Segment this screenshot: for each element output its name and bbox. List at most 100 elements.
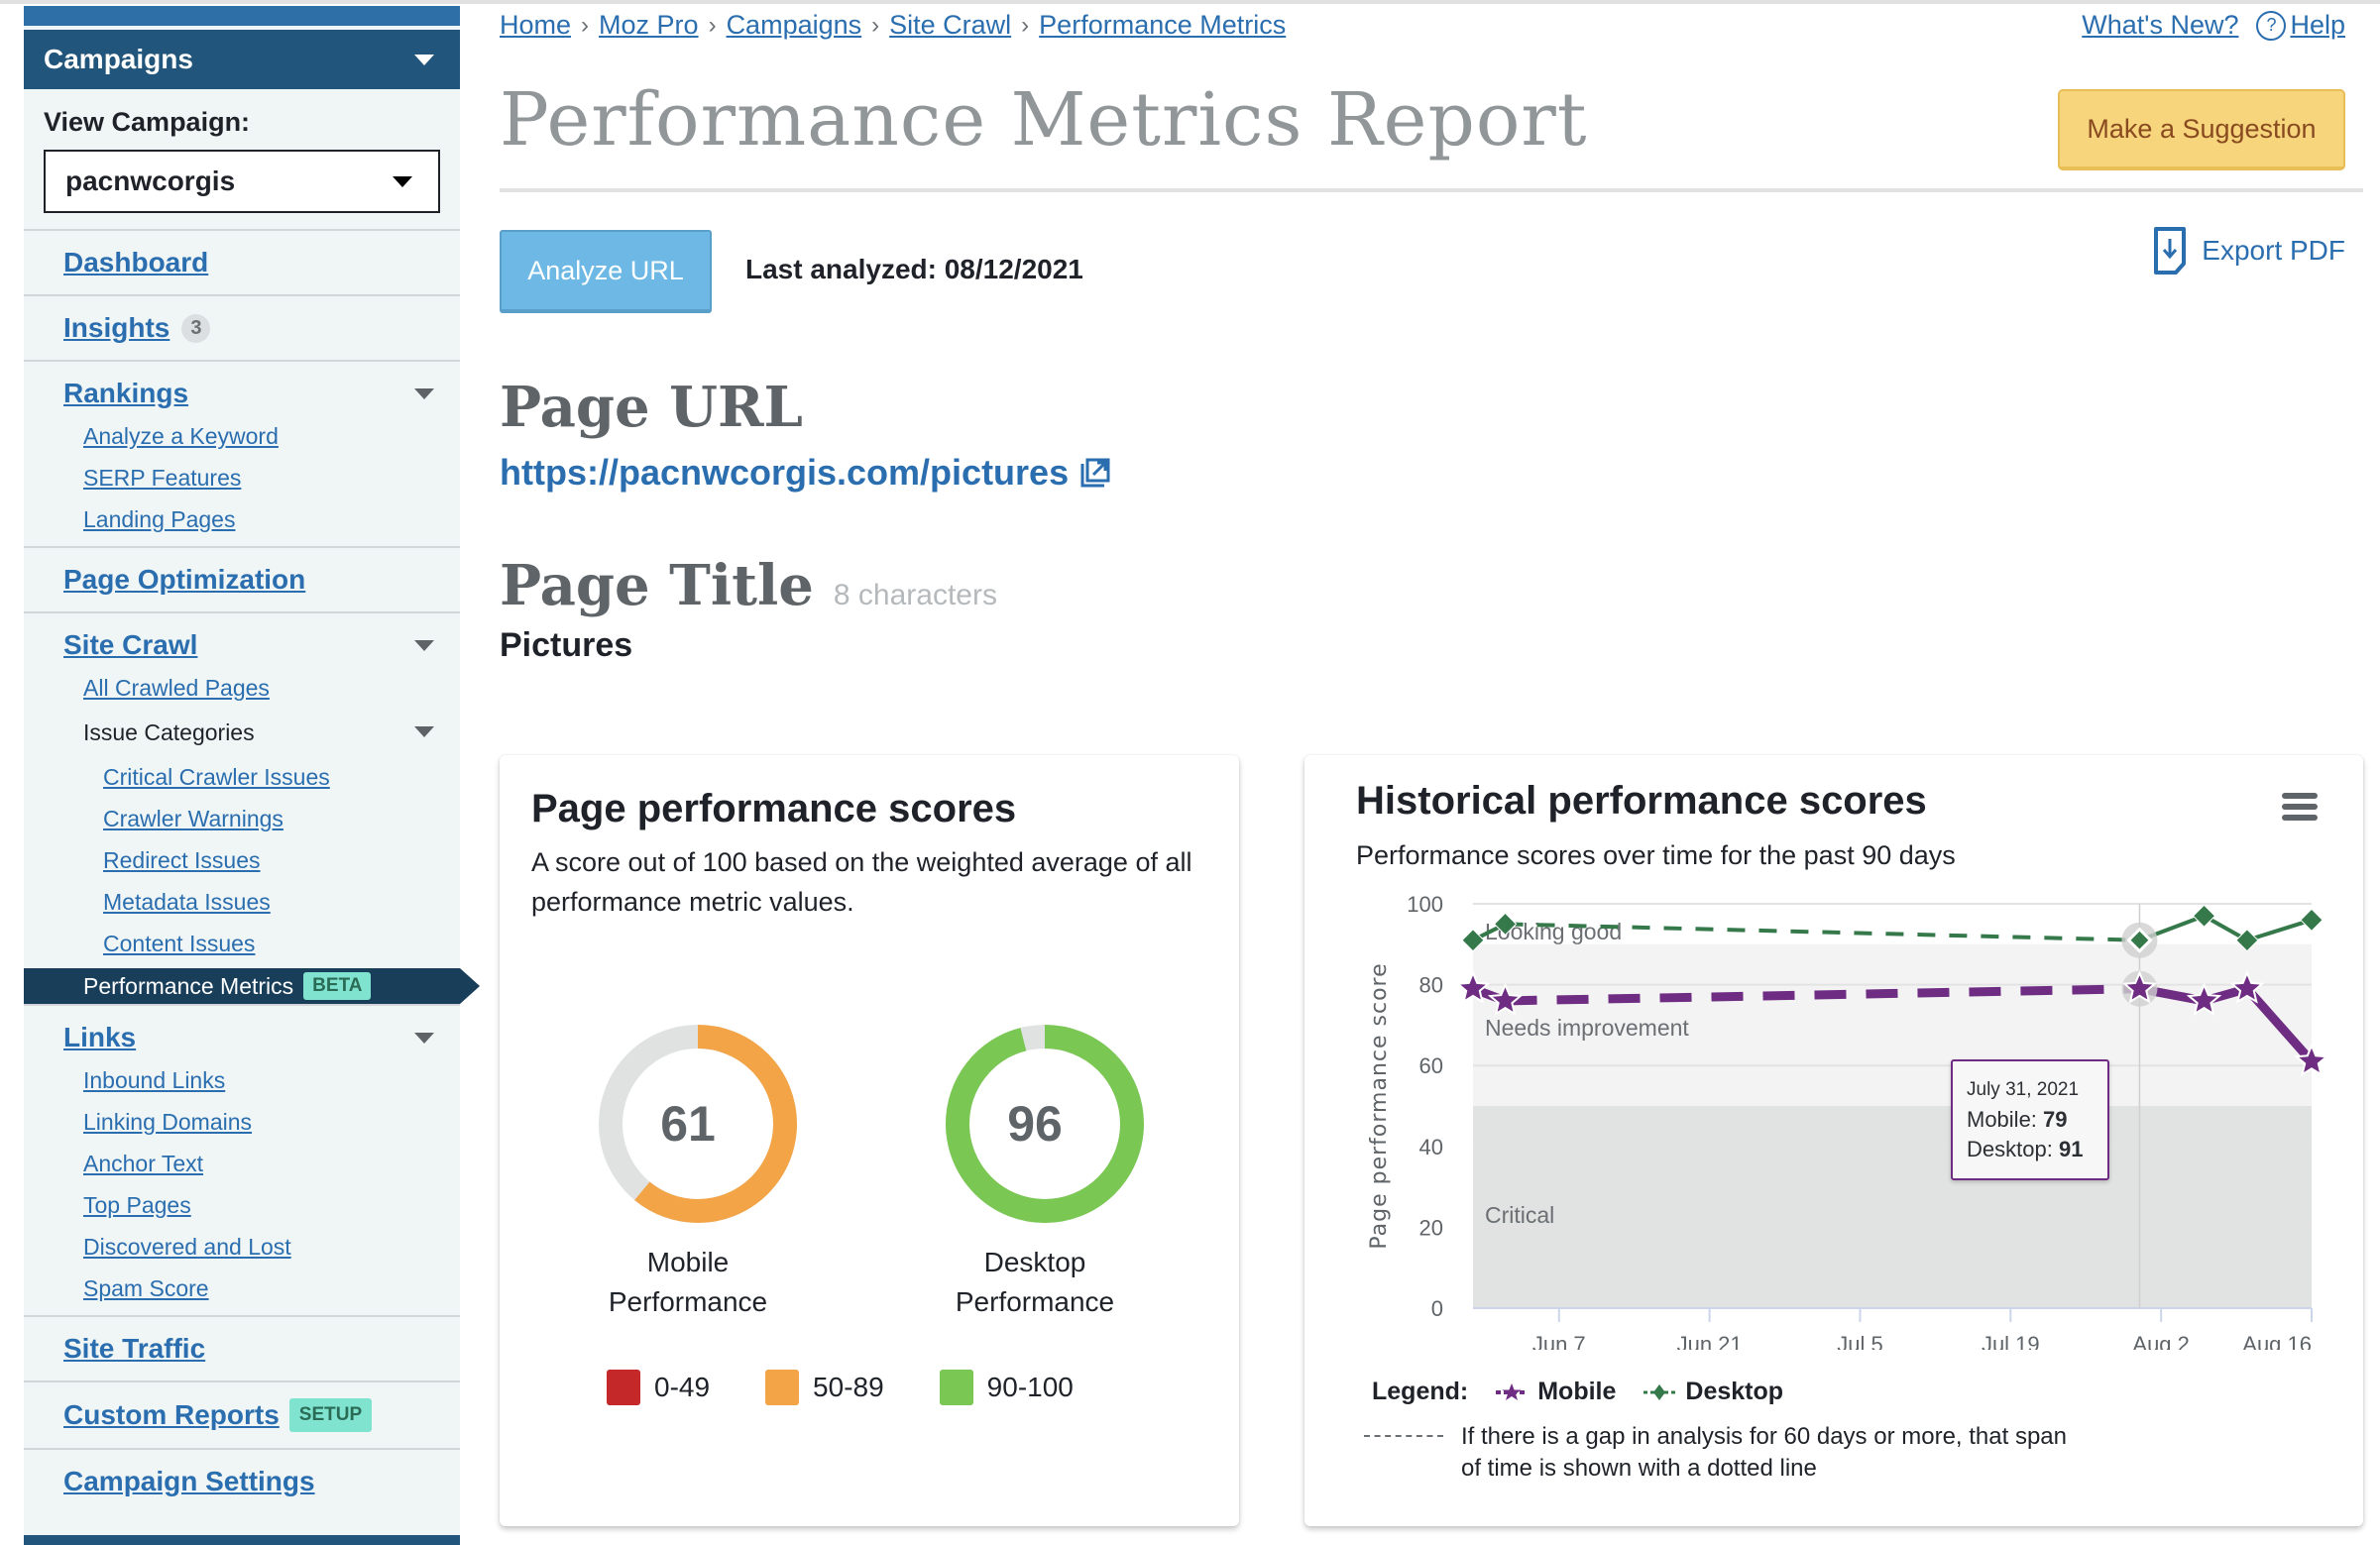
chart-legend: Legend: Mobile Desktop [1372,1378,1783,1406]
x-tick-label: Aug 2 [2132,1332,2190,1350]
legend-mobile-label: Mobile [1537,1378,1617,1405]
desktop-label-line2: Performance [955,1286,1115,1317]
sidebar-subitem-crawler-warnings[interactable]: Crawler Warnings [103,806,283,831]
whats-new-link[interactable]: What's New? [2082,10,2238,41]
sidebar-subitem-performance-metrics[interactable]: Performance Metrics BETA [24,968,480,1004]
dotted-line-sample [1364,1435,1443,1485]
chart-band-label: Needs improvement [1485,1015,1689,1041]
x-tick-label: Aug 16 [2242,1332,2312,1350]
sidebar-subitem-serp-features[interactable]: SERP Features [83,465,241,491]
y-tick-label: 20 [1419,1215,1443,1240]
analyze-url-button[interactable]: Analyze URL [500,230,712,313]
chart-menu-button[interactable] [2282,793,2318,821]
sidebar-subitem-anchor-text[interactable]: Anchor Text [83,1151,203,1176]
help-link[interactable]: Help [2290,10,2345,41]
sidebar-subitem-all-crawled-pages[interactable]: All Crawled Pages [83,675,270,701]
chart-band-label: Critical [1485,1202,1554,1228]
nav-section-site-crawl: Site Crawl All Crawled Pages Issue Categ… [24,611,480,1004]
y-tick-label: 100 [1407,892,1443,917]
last-analyzed-text: Last analyzed: 08/12/2021 [745,254,1083,284]
breadcrumb-separator-icon: › [871,11,880,39]
sidebar-item-dashboard[interactable]: Dashboard [63,247,208,278]
desktop-label-line1: Desktop [983,1247,1086,1277]
mobile-label-line2: Performance [608,1286,768,1317]
page-title-value: Pictures [500,626,633,664]
beta-badge: BETA [303,972,372,1000]
breadcrumb-moz-pro[interactable]: Moz Pro [599,10,699,41]
sidebar-item-rankings[interactable]: Rankings [63,378,188,409]
chevron-down-icon[interactable] [414,639,434,651]
historical-performance-card: Historical performance scores Performanc… [1304,755,2363,1526]
y-tick-label: 0 [1431,1296,1443,1321]
sidebar-subitem-linking-domains[interactable]: Linking Domains [83,1109,252,1135]
historical-line-chart: Looking goodNeeds improvementCritical 02… [1367,892,2329,1350]
page-title-heading-row: Page Title 8 characters [500,553,997,618]
sidebar-item-custom-reports[interactable]: Custom Reports [63,1399,280,1431]
y-tick-label: 40 [1419,1135,1443,1159]
sidebar-subitem-critical-crawler-issues[interactable]: Critical Crawler Issues [103,764,330,790]
gap-note-text: If there is a gap in analysis for 60 day… [1461,1423,2067,1482]
legend-desktop-label: Desktop [1685,1378,1784,1405]
range-legend-item: 90-100 [939,1370,1074,1405]
desktop-score-donut: 96 Desktop Performance [936,1025,1154,1317]
sidebar-subitem-inbound-links[interactable]: Inbound Links [83,1067,225,1093]
breadcrumb-performance-metrics[interactable]: Performance Metrics [1039,10,1286,41]
sidebar-item-site-traffic[interactable]: Site Traffic [63,1333,205,1365]
sidebar-item-site-crawl[interactable]: Site Crawl [63,629,197,661]
history-card-title: Historical performance scores [1356,779,1927,823]
sidebar-subitem-top-pages[interactable]: Top Pages [83,1192,191,1218]
y-tick-label: 60 [1419,1053,1443,1078]
brand-bar [24,6,460,26]
score-range-legend: 0-49 50-89 90-100 [607,1370,1074,1405]
nav-section-links: Links Inbound Links Linking Domains Anch… [24,1004,460,1315]
diamond-marker-icon [1643,1383,1676,1400]
chevron-down-icon[interactable] [414,387,434,399]
legend-item-mobile[interactable]: Mobile [1494,1378,1616,1406]
sidebar-subitem-metadata-issues[interactable]: Metadata Issues [103,889,271,915]
hamburger-icon-bar [2282,815,2318,821]
page-title-heading: Page Title [500,553,814,618]
campaigns-menu-header[interactable]: Campaigns [24,30,460,89]
breadcrumb-campaigns[interactable]: Campaigns [727,10,862,41]
sidebar-item-links[interactable]: Links [63,1022,136,1053]
x-tick-label: Jul 5 [1837,1332,1882,1350]
export-pdf-button[interactable]: Export PDF [2152,226,2345,276]
breadcrumb: Home › Moz Pro › Campaigns › Site Crawl … [500,10,1286,41]
help-icon[interactable]: ? [2256,10,2287,41]
make-suggestion-button[interactable]: Make a Suggestion [2058,89,2345,170]
performance-metrics-label: Performance Metrics [83,972,294,999]
range-label: 0-49 [654,1372,711,1402]
sidebar-subitem-spam-score[interactable]: Spam Score [83,1275,209,1301]
sidebar-subitem-discovered-lost[interactable]: Discovered and Lost [83,1234,291,1260]
range-legend-item: 50-89 [765,1370,884,1405]
sidebar-subitem-redirect-issues[interactable]: Redirect Issues [103,847,261,873]
breadcrumb-home[interactable]: Home [500,10,571,41]
star-marker-icon [1496,1382,1529,1400]
tooltip-mobile: Mobile: 79 [1967,1107,2068,1132]
sidebar-subitem-landing-pages[interactable]: Landing Pages [83,506,235,532]
legend-item-desktop[interactable]: Desktop [1642,1378,1783,1406]
scores-card-description: A score out of 100 based on the weighted… [531,847,1192,917]
sidebar-issue-categories[interactable]: Issue Categories [24,709,460,756]
chevron-down-icon[interactable] [414,1032,434,1044]
issue-categories-label: Issue Categories [83,719,255,745]
insights-count-badge: 3 [181,313,211,343]
x-tick-label: Jun 21 [1677,1332,1743,1350]
sidebar-item-campaign-settings[interactable]: Campaign Settings [63,1466,315,1497]
campaign-select[interactable]: pacnwcorgis [44,150,440,213]
chevron-down-icon [414,726,434,737]
sidebar-subitem-content-issues[interactable]: Content Issues [103,931,255,956]
range-swatch-good [939,1370,973,1405]
nav-section-campaign-settings: Campaign Settings [24,1448,460,1513]
gap-note: If there is a gap in analysis for 60 day… [1364,1421,2076,1485]
sidebar-item-insights[interactable]: Insights [63,312,170,344]
range-swatch-needs-improvement [765,1370,800,1405]
view-campaign-label: View Campaign: [44,107,251,137]
page-url-link[interactable]: https://pacnwcorgis.com/pictures [500,452,1112,494]
main-content: Home › Moz Pro › Campaigns › Site Crawl … [500,0,2363,1545]
page-url-text: https://pacnwcorgis.com/pictures [500,452,1070,493]
sidebar-subitem-analyze-keyword[interactable]: Analyze a Keyword [83,423,279,449]
sidebar-item-page-optimization[interactable]: Page Optimization [63,564,305,596]
desktop-score-value: 96 [1007,1096,1063,1152]
breadcrumb-site-crawl[interactable]: Site Crawl [889,10,1011,41]
